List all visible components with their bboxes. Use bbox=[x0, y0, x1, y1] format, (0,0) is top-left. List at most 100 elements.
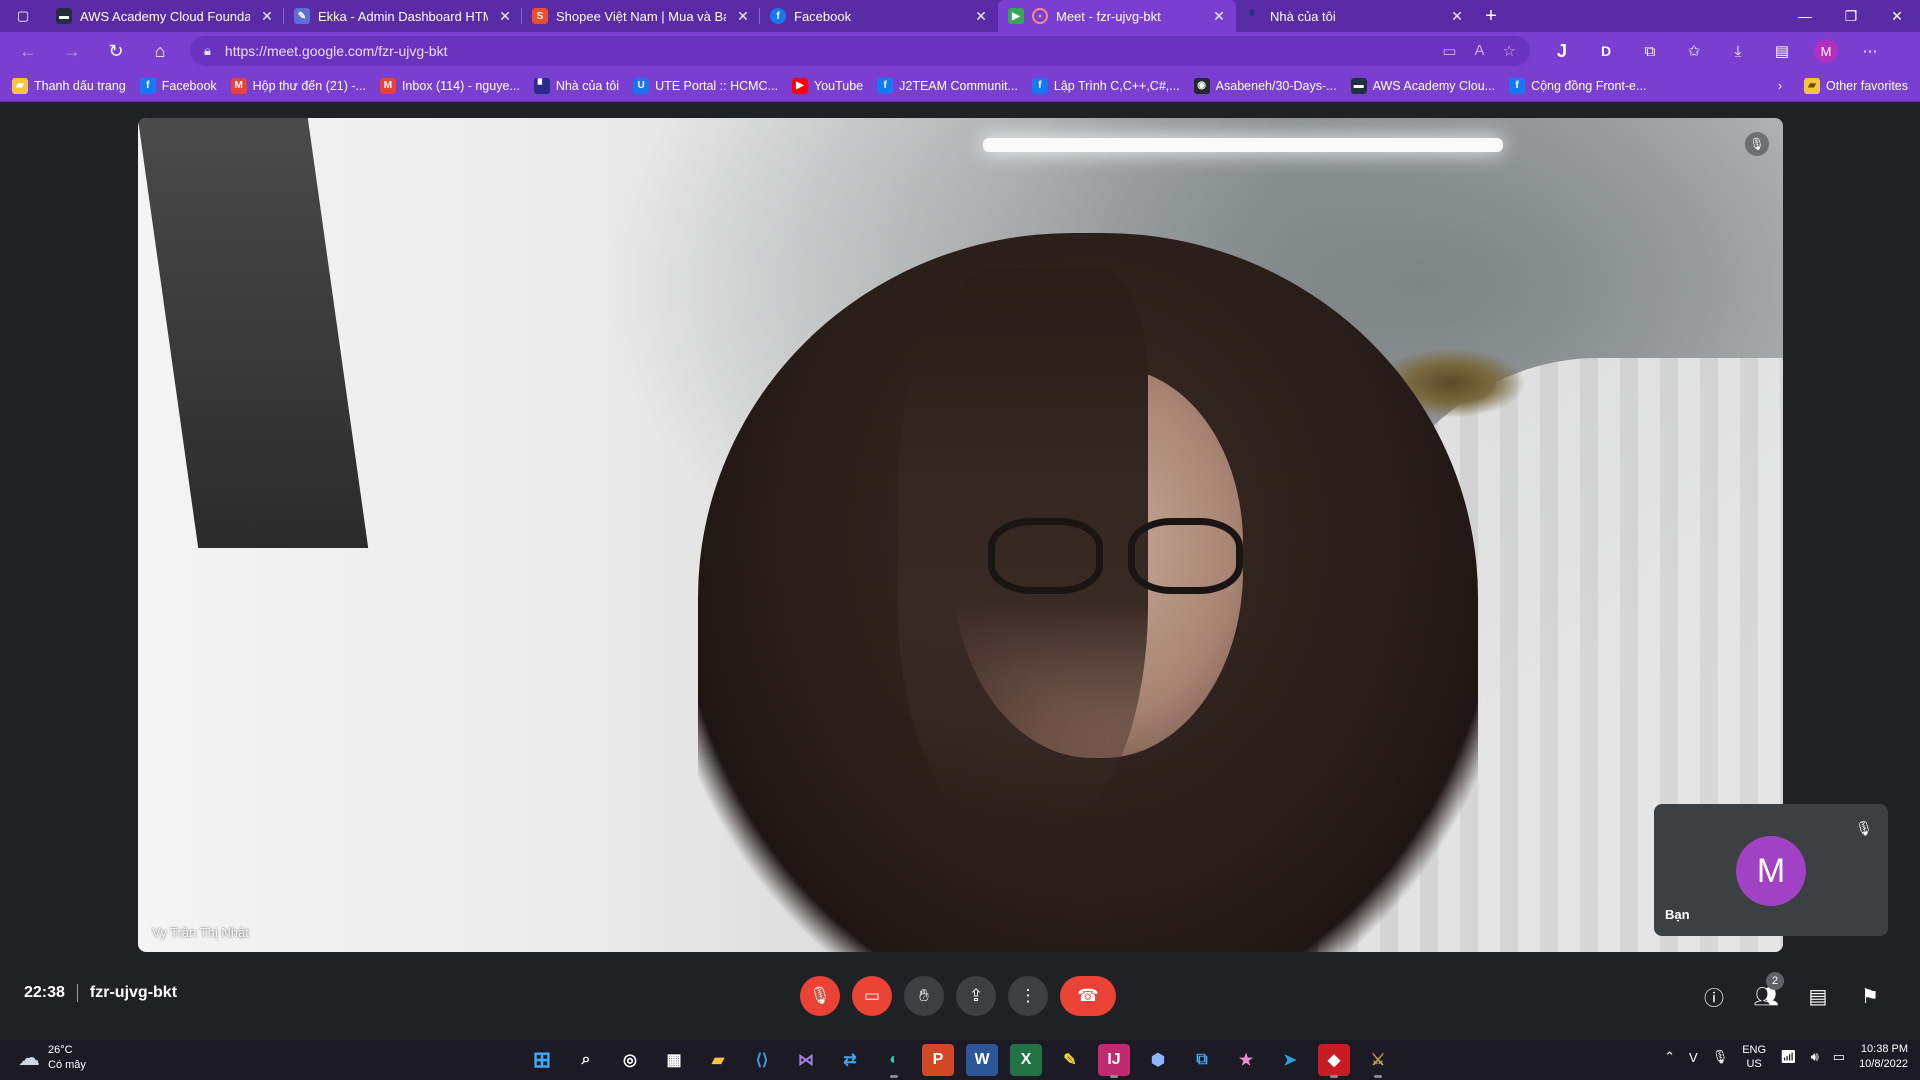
extensions-icon[interactable]: ⧉ bbox=[1630, 36, 1670, 66]
bookmark-favicon-icon: ◉ bbox=[1193, 77, 1210, 94]
star-app-icon[interactable]: ★ bbox=[1230, 1044, 1262, 1076]
bookmark-label: Hộp thư đến (21) -... bbox=[252, 78, 366, 93]
language-indicator[interactable]: ENG US bbox=[1742, 1043, 1766, 1071]
powerpoint-icon[interactable]: P bbox=[922, 1044, 954, 1076]
show-hidden-icons-icon[interactable]: ⌃ bbox=[1664, 1049, 1675, 1065]
close-tab-icon[interactable]: ✕ bbox=[1210, 8, 1228, 25]
close-tab-icon[interactable]: ✕ bbox=[258, 8, 276, 25]
restore-icon[interactable]: ❐ bbox=[1828, 0, 1874, 32]
minimize-icon[interactable]: — bbox=[1782, 0, 1828, 32]
microphone-off-button[interactable]: 🎙︎ bbox=[800, 976, 840, 1016]
people-icon[interactable]: 👥︎ 2 bbox=[1746, 972, 1786, 1016]
self-tile[interactable]: 🎙︎ M Bạn bbox=[1654, 804, 1888, 936]
bookmark-item[interactable]: f Facebook bbox=[139, 77, 217, 94]
camera-in-use-icon[interactable]: ▭ bbox=[1442, 42, 1456, 60]
bookmark-item[interactable]: ◉ Asabeneh/30-Days-... bbox=[1193, 77, 1337, 94]
downloads-icon[interactable]: ⤓ bbox=[1718, 36, 1758, 66]
bookmark-favicon-icon: M bbox=[230, 77, 247, 94]
battery-icon[interactable]: ▭ bbox=[1833, 1049, 1845, 1065]
volume-icon[interactable]: 🔊︎ bbox=[1811, 1049, 1819, 1065]
bookmark-item[interactable]: ▬ AWS Academy Clou... bbox=[1350, 77, 1495, 94]
tab-ekka-dashboard[interactable]: ✎ Ekka - Admin Dashboard HTML ✕ bbox=[284, 0, 522, 32]
close-tab-icon[interactable]: ✕ bbox=[1448, 8, 1466, 25]
close-tab-icon[interactable]: ✕ bbox=[734, 8, 752, 25]
present-screen-button[interactable]: ⇪ bbox=[956, 976, 996, 1016]
bookmark-item[interactable]: M Hộp thư đến (21) -... bbox=[230, 77, 366, 94]
start-icon[interactable]: ⊞ bbox=[526, 1044, 558, 1076]
photos-icon[interactable]: ✎ bbox=[1054, 1044, 1086, 1076]
vpn-icon[interactable]: V bbox=[1689, 1050, 1698, 1065]
folder-icon: ▰ bbox=[1804, 77, 1821, 94]
league-icon[interactable]: ⚔ bbox=[1362, 1044, 1394, 1078]
bookmark-item[interactable]: ▶ YouTube bbox=[792, 77, 863, 94]
store-icon[interactable]: ▦ bbox=[658, 1044, 690, 1076]
edge-browser-icon[interactable]: ◐ bbox=[878, 1044, 910, 1078]
profile-avatar[interactable]: M bbox=[1814, 39, 1838, 63]
tab-actions-icon[interactable]: ▢ bbox=[0, 0, 46, 32]
box-app-icon[interactable]: ⬢ bbox=[1142, 1044, 1174, 1076]
favorites-icon[interactable]: ✩ bbox=[1674, 36, 1714, 66]
meeting-details-icon[interactable]: ⓘ bbox=[1694, 976, 1734, 1016]
vscode-icon[interactable]: ⟨⟩ bbox=[746, 1044, 778, 1076]
close-tab-icon[interactable]: ✕ bbox=[496, 8, 514, 25]
close-tab-icon[interactable]: ✕ bbox=[972, 8, 990, 25]
weather-widget[interactable]: ☁ 26°C Có mây bbox=[18, 1043, 86, 1073]
new-tab-button[interactable]: + bbox=[1474, 0, 1508, 32]
camera-off-button[interactable]: ▭ bbox=[852, 976, 892, 1016]
bookmark-item[interactable]: M Inbox (114) - nguye... bbox=[379, 77, 520, 94]
wifi-icon[interactable]: 📶︎ bbox=[1780, 1049, 1797, 1065]
bookmark-item[interactable]: ▰ Thanh dấu trang bbox=[12, 77, 126, 94]
home-icon[interactable]: ⌂ bbox=[138, 35, 182, 67]
translator-icon[interactable]: ⇄ bbox=[834, 1044, 866, 1076]
refresh-icon[interactable]: ↻ bbox=[94, 35, 138, 67]
bookmark-item[interactable]: f J2TEAM Communit... bbox=[877, 77, 1018, 94]
copy-app-icon[interactable]: ⧉ bbox=[1186, 1044, 1218, 1076]
tab-facebook[interactable]: f Facebook ✕ bbox=[760, 0, 998, 32]
extension-d-icon[interactable]: D bbox=[1586, 36, 1626, 66]
meeting-info: 22:38 fzr-ujvg-bkt bbox=[24, 984, 177, 1002]
back-icon[interactable]: ← bbox=[6, 35, 50, 67]
intellij-icon[interactable]: IJ bbox=[1098, 1044, 1130, 1078]
tab-nha-cua-toi[interactable]: ▘ Nhà của tôi ✕ bbox=[1236, 0, 1474, 32]
collections-icon[interactable]: ▤ bbox=[1762, 36, 1802, 66]
game-app-icon[interactable]: ◆ bbox=[1318, 1044, 1350, 1078]
visual-studio-icon[interactable]: ⋈ bbox=[790, 1044, 822, 1076]
address-bar[interactable]: 🔒︎ https://meet.google.com/fzr-ujvg-bkt … bbox=[190, 36, 1530, 66]
word-icon[interactable]: W bbox=[966, 1044, 998, 1076]
more-bookmarks-chevron-icon[interactable]: › bbox=[1778, 79, 1782, 93]
close-window-icon[interactable]: ✕ bbox=[1874, 0, 1920, 32]
bookmark-item[interactable]: f Lập Trình C,C++,C#,... bbox=[1031, 77, 1180, 94]
self-label: Bạn bbox=[1665, 907, 1690, 922]
tab-shopee[interactable]: S Shopee Việt Nam | Mua và Bán Trên ✕ bbox=[522, 0, 760, 32]
chat-icon[interactable]: ▤ bbox=[1798, 976, 1838, 1016]
tab-title: AWS Academy Cloud Foundations bbox=[80, 8, 250, 24]
other-favorites[interactable]: ▰ Other favorites bbox=[1804, 77, 1908, 94]
clock[interactable]: 10:38 PM 10/8/2022 bbox=[1859, 1042, 1908, 1072]
taskbar-apps: ⊞ ⌕ ◎ ▦ ▰ ⟨⟩ ⋈ ⇄ ◐ P W X ✎ IJ ⬢ ⧉ ★ ➤ ◆ … bbox=[526, 1044, 1394, 1078]
leave-call-button[interactable]: ☎︎ bbox=[1060, 976, 1116, 1016]
bookmark-item[interactable]: U UTE Portal :: HCMC... bbox=[633, 77, 778, 94]
bookmark-item[interactable]: f Cộng đồng Front-e... bbox=[1509, 77, 1646, 94]
read-aloud-icon[interactable]: A bbox=[1475, 42, 1485, 60]
lock-icon[interactable]: 🔒︎ bbox=[204, 43, 211, 59]
excel-icon[interactable]: X bbox=[1010, 1044, 1042, 1076]
mic-tray-icon[interactable]: 🎙︎ bbox=[1712, 1049, 1729, 1065]
file-explorer-icon[interactable]: ▰ bbox=[702, 1044, 734, 1076]
participant-video[interactable]: 🎙︎ Vy Trần Thị Nhật bbox=[138, 118, 1783, 952]
activities-icon[interactable]: ⚑ bbox=[1850, 976, 1890, 1016]
raise-hand-button[interactable]: ✋︎ bbox=[904, 976, 944, 1016]
tab-aws-academy[interactable]: ▬ AWS Academy Cloud Foundations ✕ bbox=[46, 0, 284, 32]
extension-j-icon[interactable]: J bbox=[1542, 36, 1582, 66]
bookmark-item[interactable]: ▘ Nhà của tôi bbox=[533, 77, 619, 94]
task-view-icon[interactable]: ◎ bbox=[614, 1044, 646, 1076]
forward-icon[interactable]: → bbox=[50, 35, 94, 67]
add-favorite-icon[interactable]: ☆ bbox=[1503, 42, 1516, 60]
url-text[interactable]: https://meet.google.com/fzr-ujvg-bkt bbox=[225, 43, 448, 59]
settings-more-icon[interactable]: ⋯ bbox=[1850, 36, 1890, 66]
telegram-icon[interactable]: ➤ bbox=[1274, 1044, 1306, 1076]
tab-meet[interactable]: ▶ ● Meet - fzr-ujvg-bkt ✕ bbox=[998, 0, 1236, 32]
search-icon[interactable]: ⌕ bbox=[570, 1044, 602, 1076]
ceiling-light bbox=[983, 138, 1503, 152]
more-options-button[interactable]: ⋮ bbox=[1008, 976, 1048, 1016]
meeting-code[interactable]: fzr-ujvg-bkt bbox=[90, 984, 177, 1002]
